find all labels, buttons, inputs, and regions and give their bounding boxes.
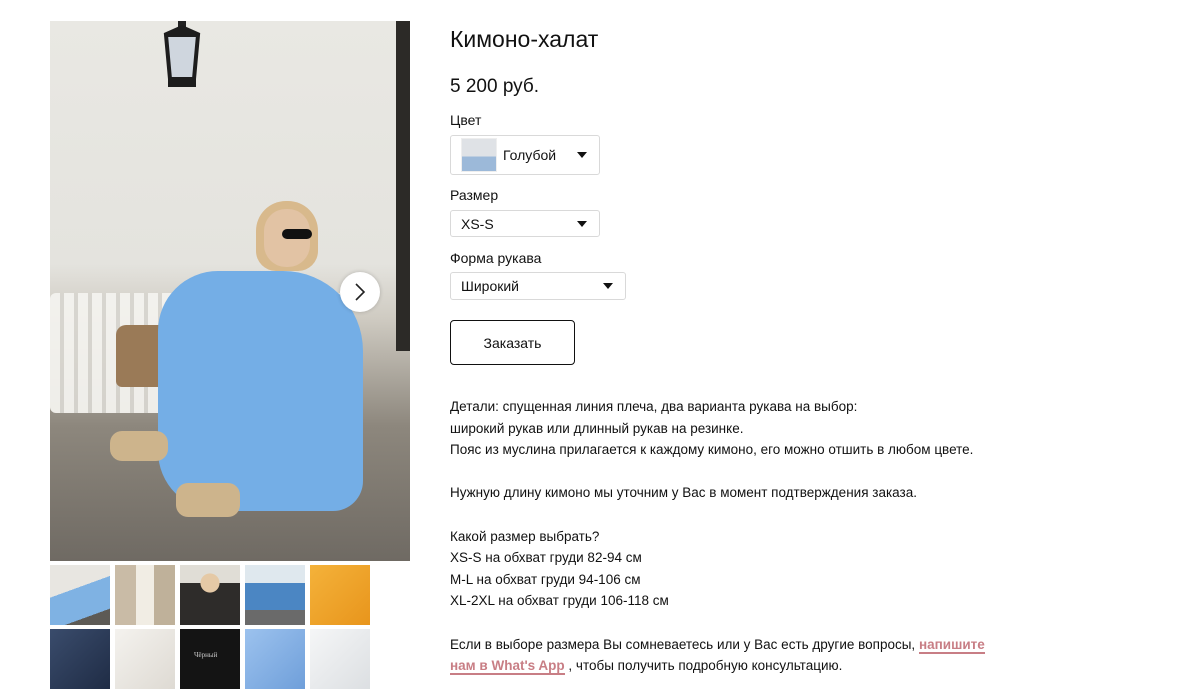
sleeve-label: Форма рукава <box>450 250 542 266</box>
photo-wall-shadow <box>396 21 410 351</box>
color-select[interactable]: Голубой <box>450 135 600 175</box>
chevron-down-icon <box>603 283 613 289</box>
desc-line: Нужную длину кимоно мы уточним у Вас в м… <box>450 485 917 501</box>
chevron-right-icon <box>355 283 366 301</box>
product-price: 5 200 руб. <box>450 76 540 97</box>
color-label: Цвет <box>450 112 482 128</box>
desc-contact-text: Если в выборе размера Вы сомневаетесь ил… <box>450 636 916 652</box>
desc-line: XL-2XL на обхват груди 106-118 см <box>450 593 669 609</box>
size-select[interactable]: XS-S <box>450 210 600 237</box>
thumbnail-5[interactable] <box>310 565 370 625</box>
desc-line: XS-S на обхват груди 82-94 см <box>450 550 642 566</box>
sleeve-select[interactable]: Широкий <box>450 272 626 300</box>
main-product-photo[interactable] <box>50 21 410 561</box>
model-sunglasses <box>282 229 312 239</box>
thumbnail-4[interactable] <box>245 565 305 625</box>
wall-lamp <box>163 21 201 87</box>
desc-line: широкий рукав или длинный рукав на резин… <box>450 420 744 436</box>
desc-line: Какой размер выбрать? <box>450 528 600 544</box>
desc-contact-line: нам в What's App , чтобы получить подроб… <box>450 655 1030 677</box>
size-select-value: XS-S <box>461 215 494 232</box>
chevron-down-icon <box>577 220 587 227</box>
chevron-down-icon <box>577 152 587 158</box>
desc-line: M-L на обхват груди 94-106 см <box>450 571 641 587</box>
sandal-right <box>176 483 240 517</box>
sleeve-select-value: Широкий <box>461 278 519 294</box>
whatsapp-link-part2[interactable]: нам в What's App <box>450 658 565 676</box>
desc-line: Детали: спущенная линия плеча, два вариа… <box>450 399 858 414</box>
thumbnail-10[interactable] <box>310 629 370 689</box>
thumbnail-1[interactable] <box>50 565 110 625</box>
product-description: Детали: спущенная линия плеча, два вариа… <box>450 396 1030 677</box>
desc-contact-text: , чтобы получить подробную консультацию. <box>568 658 843 674</box>
thumbnail-8[interactable]: Чёрный <box>180 629 240 689</box>
thumbnail-9[interactable] <box>245 629 305 689</box>
gallery-next-button[interactable] <box>340 272 380 312</box>
color-swatch <box>461 138 497 172</box>
color-select-value: Голубой <box>503 147 557 163</box>
thumbnail-7[interactable] <box>115 629 175 689</box>
desc-line: Пояс из муслина прилагается к каждому ки… <box>450 442 974 458</box>
thumbnail-6[interactable] <box>50 629 110 689</box>
desc-contact-line: Если в выборе размера Вы сомневаетесь ил… <box>450 634 1030 656</box>
order-button[interactable]: Заказать <box>450 320 575 365</box>
size-label: Размер <box>450 187 499 203</box>
thumbnail-8-label: Чёрный <box>194 651 218 659</box>
blue-kimono <box>158 271 363 511</box>
sandal-left <box>110 431 168 461</box>
thumbnail-3[interactable] <box>180 565 240 625</box>
product-title: Кимоно-халат <box>450 26 599 52</box>
whatsapp-link-part1[interactable]: напишите <box>918 636 985 654</box>
thumbnail-2[interactable] <box>115 565 175 625</box>
